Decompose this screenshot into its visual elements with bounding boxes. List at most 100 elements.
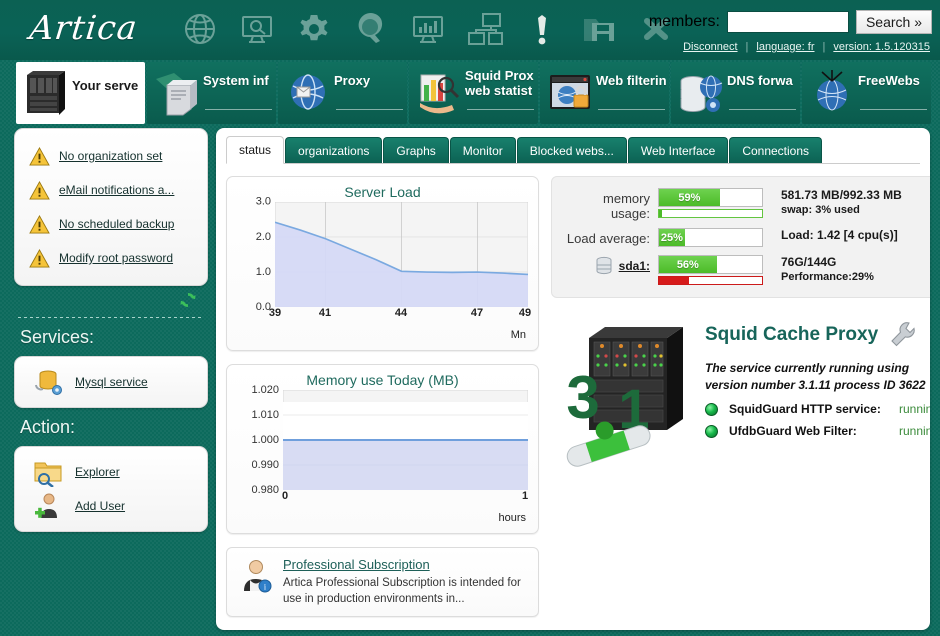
chart-monitor-icon[interactable] <box>408 9 448 49</box>
warning-label[interactable]: eMail notifications a... <box>59 183 174 197</box>
stat-row-disk: sda1: 56% 76G/144G Performance:29% <box>562 255 928 285</box>
alert-icon[interactable] <box>522 9 562 49</box>
nav-tab-system-info[interactable]: System inf <box>147 62 276 124</box>
freewebs-globe-icon <box>817 70 847 111</box>
warning-label[interactable]: Modify root password <box>59 251 173 265</box>
memory-usage-bar: 59% <box>658 188 763 207</box>
memory-use-chart-panel: Memory use Today (MB) 1.020 1.010 1.000 … <box>226 364 539 534</box>
nav-tab-underline <box>467 109 534 110</box>
y-tick-label: 3.0 <box>255 195 271 208</box>
members-search-area: members: Search » <box>649 10 932 34</box>
link-separator: | <box>822 41 826 53</box>
wrench-icon[interactable] <box>888 320 918 350</box>
nav-tab-label: Web filterin <box>596 73 667 88</box>
tab-connections[interactable]: Connections <box>729 137 823 163</box>
proxy-globe-icon <box>291 74 325 110</box>
disk-values: 76G/144G Performance:29% <box>763 255 874 283</box>
network-icon[interactable] <box>465 9 505 49</box>
nav-tab-proxy[interactable]: Proxy <box>278 62 407 124</box>
notice-title[interactable]: Professional Subscription <box>283 557 528 572</box>
service-name: SquidGuard HTTP service: <box>729 402 881 416</box>
action-label[interactable]: Explorer <box>75 465 120 479</box>
x-axis-unit-label: Mn <box>510 329 526 341</box>
warning-item[interactable]: Modify root password <box>23 241 199 275</box>
nav-tab-your-server[interactable]: Your serve <box>16 62 145 124</box>
action-item-add-user[interactable]: Add User <box>21 489 201 523</box>
nav-tab-underline <box>598 109 665 110</box>
disk-performance-bar <box>658 276 763 285</box>
magnifier-icon[interactable] <box>351 9 391 49</box>
green-dot-icon <box>705 402 718 416</box>
warning-label[interactable]: No organization set <box>59 149 162 163</box>
y-tick-label: 2.0 <box>255 230 271 243</box>
stat-row-load: Load average: 25% Load: 1.42 [4 cpu(s)] <box>562 228 928 247</box>
search-button[interactable]: Search » <box>855 10 932 34</box>
disk-performance-label: Performance:29% <box>781 271 874 283</box>
warning-label[interactable]: No scheduled backup <box>59 217 174 231</box>
y-tick-label: 1.010 <box>251 409 279 421</box>
swap-usage-bar <box>658 209 763 218</box>
action-label[interactable]: Add User <box>75 499 125 513</box>
warning-triangle-icon <box>29 248 50 268</box>
tab-status[interactable]: status <box>226 136 285 164</box>
squid-cache-proxy-block: 3 1 Squid Cache Proxy The service curren… <box>551 320 930 475</box>
load-values: Load: 1.42 [4 cpu(s)] <box>763 228 898 242</box>
nav-tab-freewebs[interactable]: FreeWebs <box>802 62 931 124</box>
header-icon-bar <box>180 9 676 49</box>
user-info-icon: i <box>244 560 272 593</box>
nav-tab-squid-proxy-web-statistics[interactable]: Squid Prox web statist <box>409 62 538 124</box>
notice-professional-subscription[interactable]: i Professional Subscription Artica Profe… <box>226 547 539 617</box>
globe-icon[interactable] <box>180 9 220 49</box>
warning-item[interactable]: No organization set <box>23 139 199 173</box>
action-card: Explorer Add User <box>14 446 208 532</box>
refresh-icon[interactable] <box>178 290 198 310</box>
web-filter-icon <box>550 75 590 109</box>
app-header: Artica members: Search » Disconnect | la… <box>0 0 940 60</box>
tab-web-interface[interactable]: Web Interface <box>627 137 729 163</box>
nav-tab-label: Your serve <box>72 78 139 93</box>
service-item-mysql[interactable]: Mysql service <box>21 365 201 399</box>
version-link[interactable]: version: 1.5.120315 <box>833 41 930 53</box>
database-gear-icon <box>35 370 62 395</box>
members-search-input[interactable] <box>726 11 849 33</box>
tab-blocked-websites[interactable]: Blocked webs... <box>516 137 627 163</box>
tab-graphs[interactable]: Graphs <box>383 137 449 163</box>
nav-tab-label: System inf <box>203 73 269 88</box>
warning-item[interactable]: eMail notifications a... <box>23 173 199 207</box>
squid-title-row: Squid Cache Proxy <box>705 320 930 350</box>
tab-organizations[interactable]: organizations <box>285 137 383 163</box>
nav-tab-underline <box>860 109 927 110</box>
service-label[interactable]: Mysql service <box>75 375 148 389</box>
statistics-icon <box>420 74 460 114</box>
nav-tab-web-filtering[interactable]: Web filterin <box>540 62 669 124</box>
bar-percent-label: 56% <box>676 258 699 271</box>
bar-percent-label: 25% <box>660 231 683 244</box>
monitor-search-icon[interactable] <box>237 9 277 49</box>
services-title: Services: <box>20 327 95 347</box>
stat-row-memory: memory usage: 59% 581.73 MB/992.33 MB sw… <box>562 188 928 221</box>
svg-text:3: 3 <box>566 364 599 431</box>
language-link[interactable]: language: fr <box>756 41 814 53</box>
nav-tab-underline <box>729 109 796 110</box>
gear-icon[interactable] <box>294 9 334 49</box>
service-status: running <box>899 424 930 438</box>
load-bar-group: 25% <box>658 228 763 247</box>
tab-monitor[interactable]: Monitor <box>449 137 516 163</box>
action-item-explorer[interactable]: Explorer <box>21 455 201 489</box>
refresh-row <box>14 286 208 314</box>
chart-title: Server Load <box>344 184 421 200</box>
squid-title: Squid Cache Proxy <box>705 324 879 345</box>
nav-tab-dns-forwarding[interactable]: DNS forwa <box>671 62 800 124</box>
y-tick-label: 1.0 <box>255 265 271 278</box>
load-average-bar: 25% <box>658 228 763 247</box>
main-navigation-tabs: Your serve System inf Proxy Squid Prox w… <box>0 62 940 128</box>
warning-item[interactable]: No scheduled backup <box>23 207 199 241</box>
server-load-chart-panel: Server Load 3.0 2.0 1.0 0.0 39 41 44 47 … <box>226 176 539 351</box>
members-label: members: <box>648 13 720 30</box>
disk-name-link[interactable]: sda1: <box>619 259 650 273</box>
disconnect-link[interactable]: Disconnect <box>683 41 737 53</box>
folder-save-icon[interactable] <box>579 9 619 49</box>
swap-label: swap: 3% used <box>781 204 860 216</box>
x-tick-label: 0 <box>281 490 289 502</box>
x-tick-label: 44 <box>394 307 408 319</box>
